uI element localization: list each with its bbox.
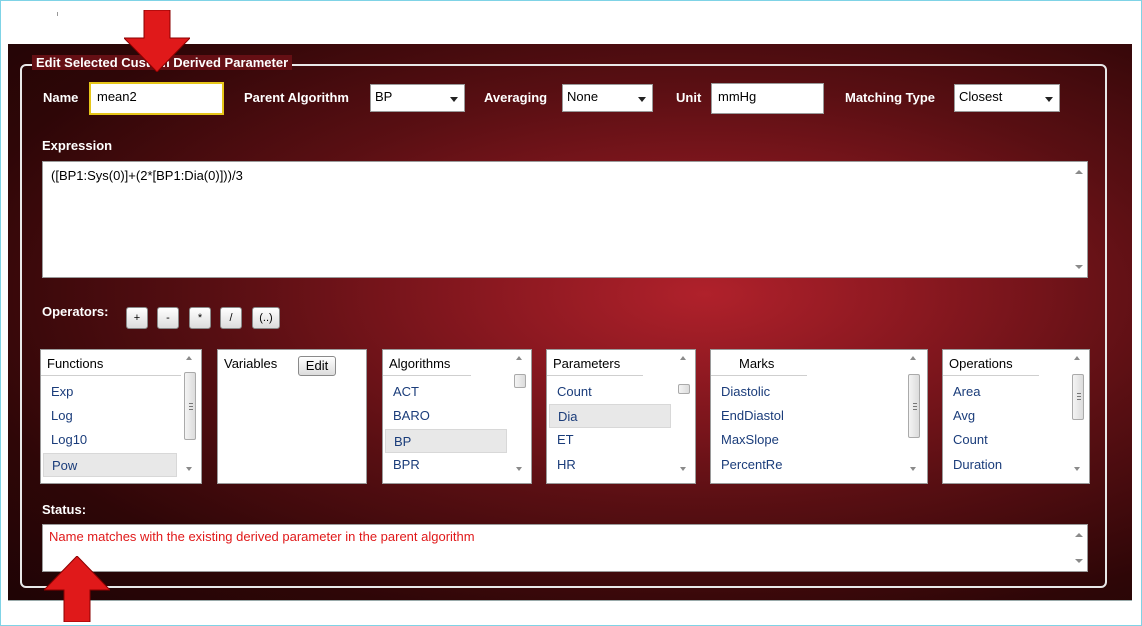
scroll-up-icon[interactable] — [680, 356, 686, 360]
operations-scrollbar[interactable] — [1069, 350, 1087, 483]
matching-type-label: Matching Type — [845, 90, 936, 105]
scroll-up-icon[interactable] — [1075, 170, 1083, 174]
algorithms-header: Algorithms — [389, 356, 451, 371]
chevron-down-icon — [1045, 97, 1053, 102]
list-item-bp[interactable]: BP — [385, 429, 507, 453]
minus-operator-button[interactable]: - — [157, 307, 179, 329]
variables-edit-button[interactable]: Edit — [298, 356, 336, 376]
matching-type-select[interactable]: Closest — [954, 84, 1060, 112]
scroll-up-icon[interactable] — [186, 356, 192, 360]
scroll-down-icon[interactable] — [1074, 467, 1080, 471]
list-item-dia[interactable]: Dia — [549, 404, 671, 428]
operations-header: Operations — [949, 356, 1013, 371]
variables-header: Variables — [224, 356, 278, 371]
functions-list[interactable]: Functions Exp Log Log10 Pow — [40, 349, 202, 484]
parameters-list[interactable]: Parameters Count Dia ET HR — [546, 349, 696, 484]
list-item-baro[interactable]: BARO — [385, 404, 507, 428]
list-item-exp[interactable]: Exp — [43, 380, 177, 404]
list-item-diastolic[interactable]: Diastolic — [713, 380, 893, 404]
list-item-pow[interactable]: Pow — [43, 453, 177, 477]
divider — [547, 375, 643, 376]
scroll-down-icon[interactable] — [910, 467, 916, 471]
list-item-hr[interactable]: HR — [549, 453, 671, 477]
scroll-down-icon[interactable] — [1075, 559, 1083, 563]
averaging-select[interactable]: None — [562, 84, 653, 112]
divider — [711, 375, 807, 376]
divider — [57, 12, 58, 16]
list-item-log[interactable]: Log — [43, 404, 177, 428]
scroll-up-icon[interactable] — [1075, 533, 1083, 537]
group-box — [20, 64, 1107, 588]
list-item-bpr[interactable]: BPR — [385, 453, 507, 477]
list-item-duration[interactable]: Duration — [945, 453, 1057, 477]
parameters-header: Parameters — [553, 356, 621, 371]
list-item-area[interactable]: Area — [945, 380, 1057, 404]
list-item-act[interactable]: ACT — [385, 380, 507, 404]
list-item-count[interactable]: Count — [549, 380, 671, 404]
scroll-up-icon[interactable] — [516, 356, 522, 360]
functions-scrollbar[interactable] — [181, 350, 199, 483]
plus-operator-button[interactable]: + — [126, 307, 148, 329]
scroll-up-icon[interactable] — [1074, 356, 1080, 360]
scroll-up-icon[interactable] — [910, 356, 916, 360]
averaging-label: Averaging — [484, 90, 548, 105]
list-item-enddiastol[interactable]: EndDiastol — [713, 404, 893, 428]
list-item-log10[interactable]: Log10 — [43, 428, 177, 452]
divider — [41, 375, 181, 376]
marks-scrollbar[interactable] — [905, 350, 923, 483]
scroll-down-icon[interactable] — [186, 467, 192, 471]
chevron-down-icon — [450, 97, 458, 102]
status-message-box: Name matches with the existing derived p… — [42, 524, 1088, 572]
name-label: Name — [43, 90, 79, 105]
unit-label: Unit — [676, 90, 702, 105]
scroll-down-icon[interactable] — [1075, 265, 1083, 269]
expression-label: Expression — [42, 138, 113, 153]
status-message: Name matches with the existing derived p… — [49, 529, 475, 544]
expression-text: ([BP1:Sys(0)]+(2*[BP1:Dia(0)]))/3 — [51, 168, 243, 183]
scroll-thumb[interactable] — [184, 372, 196, 440]
parentheses-operator-button[interactable]: (..) — [252, 307, 280, 329]
list-item-count[interactable]: Count — [945, 428, 1057, 452]
parent-algorithm-value: BP — [375, 89, 393, 104]
parameters-scrollbar[interactable] — [675, 350, 693, 483]
scroll-down-icon[interactable] — [680, 467, 686, 471]
functions-header: Functions — [47, 356, 104, 371]
matching-type-value: Closest — [959, 89, 1003, 104]
divider — [383, 375, 471, 376]
red-up-arrow-icon — [44, 556, 110, 622]
multiply-operator-button[interactable]: * — [189, 307, 211, 329]
status-scrollbar[interactable] — [1071, 525, 1087, 571]
variables-list[interactable]: Variables Edit — [217, 349, 367, 484]
scroll-thumb[interactable] — [908, 374, 920, 438]
status-label: Status: — [42, 502, 87, 517]
parent-algorithm-label: Parent Algorithm — [244, 90, 349, 105]
list-item-avg[interactable]: Avg — [945, 404, 1057, 428]
divider — [943, 375, 1039, 376]
scroll-thumb[interactable] — [1072, 374, 1084, 420]
algorithms-scrollbar[interactable] — [511, 350, 529, 483]
averaging-value: None — [567, 89, 599, 104]
red-down-arrow-icon — [124, 10, 190, 72]
divide-operator-button[interactable]: / — [220, 307, 242, 329]
expression-scrollbar[interactable] — [1071, 162, 1087, 277]
name-input[interactable]: mean2 — [89, 82, 224, 115]
algorithms-list[interactable]: Algorithms ACT BARO BP BPR — [382, 349, 532, 484]
operations-list[interactable]: Operations Area Avg Count Duration — [942, 349, 1090, 484]
marks-list[interactable]: Marks Diastolic EndDiastol MaxSlope Perc… — [710, 349, 928, 484]
list-item-maxslope[interactable]: MaxSlope — [713, 428, 893, 452]
unit-input[interactable]: mmHg — [711, 83, 824, 114]
parent-algorithm-select[interactable]: BP — [370, 84, 465, 112]
divider — [8, 600, 1132, 606]
scroll-down-icon[interactable] — [516, 467, 522, 471]
chevron-down-icon — [638, 97, 646, 102]
operators-label: Operators: — [42, 304, 109, 319]
scroll-thumb[interactable] — [678, 384, 690, 394]
list-item-et[interactable]: ET — [549, 428, 671, 452]
scroll-thumb[interactable] — [514, 374, 526, 388]
expression-textarea[interactable]: ([BP1:Sys(0)]+(2*[BP1:Dia(0)]))/3 — [42, 161, 1088, 278]
marks-header: Marks — [739, 356, 775, 371]
list-item-percentre[interactable]: PercentRe — [713, 453, 893, 477]
